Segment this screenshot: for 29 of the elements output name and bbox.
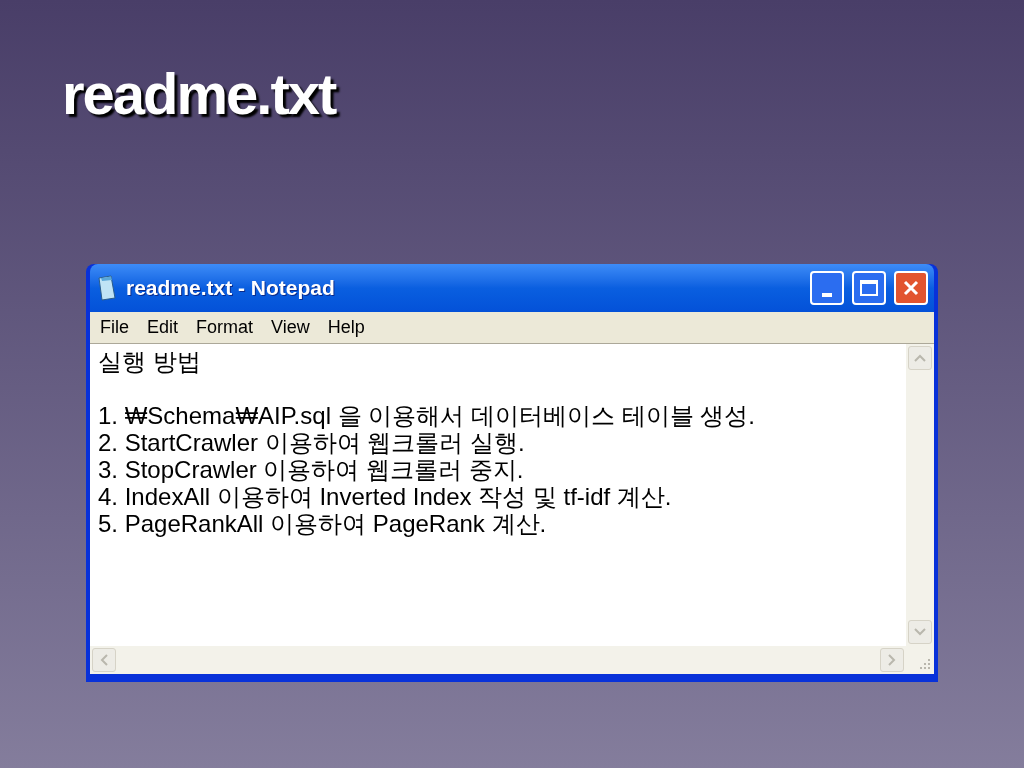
menu-item[interactable]: View: [271, 314, 310, 341]
window-title: readme.txt - Notepad: [126, 275, 336, 302]
close-button[interactable]: [894, 271, 928, 305]
menu-item[interactable]: File: [100, 314, 129, 341]
resize-grip-icon[interactable]: [917, 657, 931, 671]
vertical-scrollbar[interactable]: [906, 344, 934, 646]
text-line: 2. StartCrawler 이용하여 웹크롤러 실행.: [98, 429, 525, 456]
minimize-button[interactable]: [810, 271, 844, 305]
scroll-left-button[interactable]: [92, 648, 116, 672]
scroll-down-button[interactable]: [908, 620, 932, 644]
text-line: 4. IndexAll 이용하여 Inverted Index 작성 및 tf-idf 계산.: [98, 483, 672, 510]
notepad-icon: [96, 275, 118, 301]
slide-title: readme.txt: [62, 61, 336, 126]
menu-item[interactable]: Help: [327, 314, 365, 341]
maximize-button[interactable]: [852, 271, 886, 305]
menu-item[interactable]: Edit: [147, 314, 179, 341]
text-line: 3. StopCrawler 이용하여 웹크롤러 중지.: [98, 456, 524, 483]
caret-up-icon: [914, 354, 926, 362]
text-line: 5. PageRankAll 이용하여 PageRank 계산.: [98, 510, 547, 537]
text-line: 실행 방법: [98, 348, 201, 375]
scroll-up-button[interactable]: [908, 346, 932, 370]
menu-item[interactable]: Format: [196, 314, 254, 341]
scroll-right-button[interactable]: [880, 648, 904, 672]
horizontal-scrollbar[interactable]: [90, 646, 906, 674]
caret-left-icon: [100, 654, 108, 666]
text-line: 1. ₩Schema₩AIP.sql 을 이용해서 데이터베이스 테이블 생성.: [98, 402, 755, 429]
close-icon: [902, 279, 920, 297]
caret-down-icon: [914, 628, 926, 636]
caret-right-icon: [888, 654, 896, 666]
